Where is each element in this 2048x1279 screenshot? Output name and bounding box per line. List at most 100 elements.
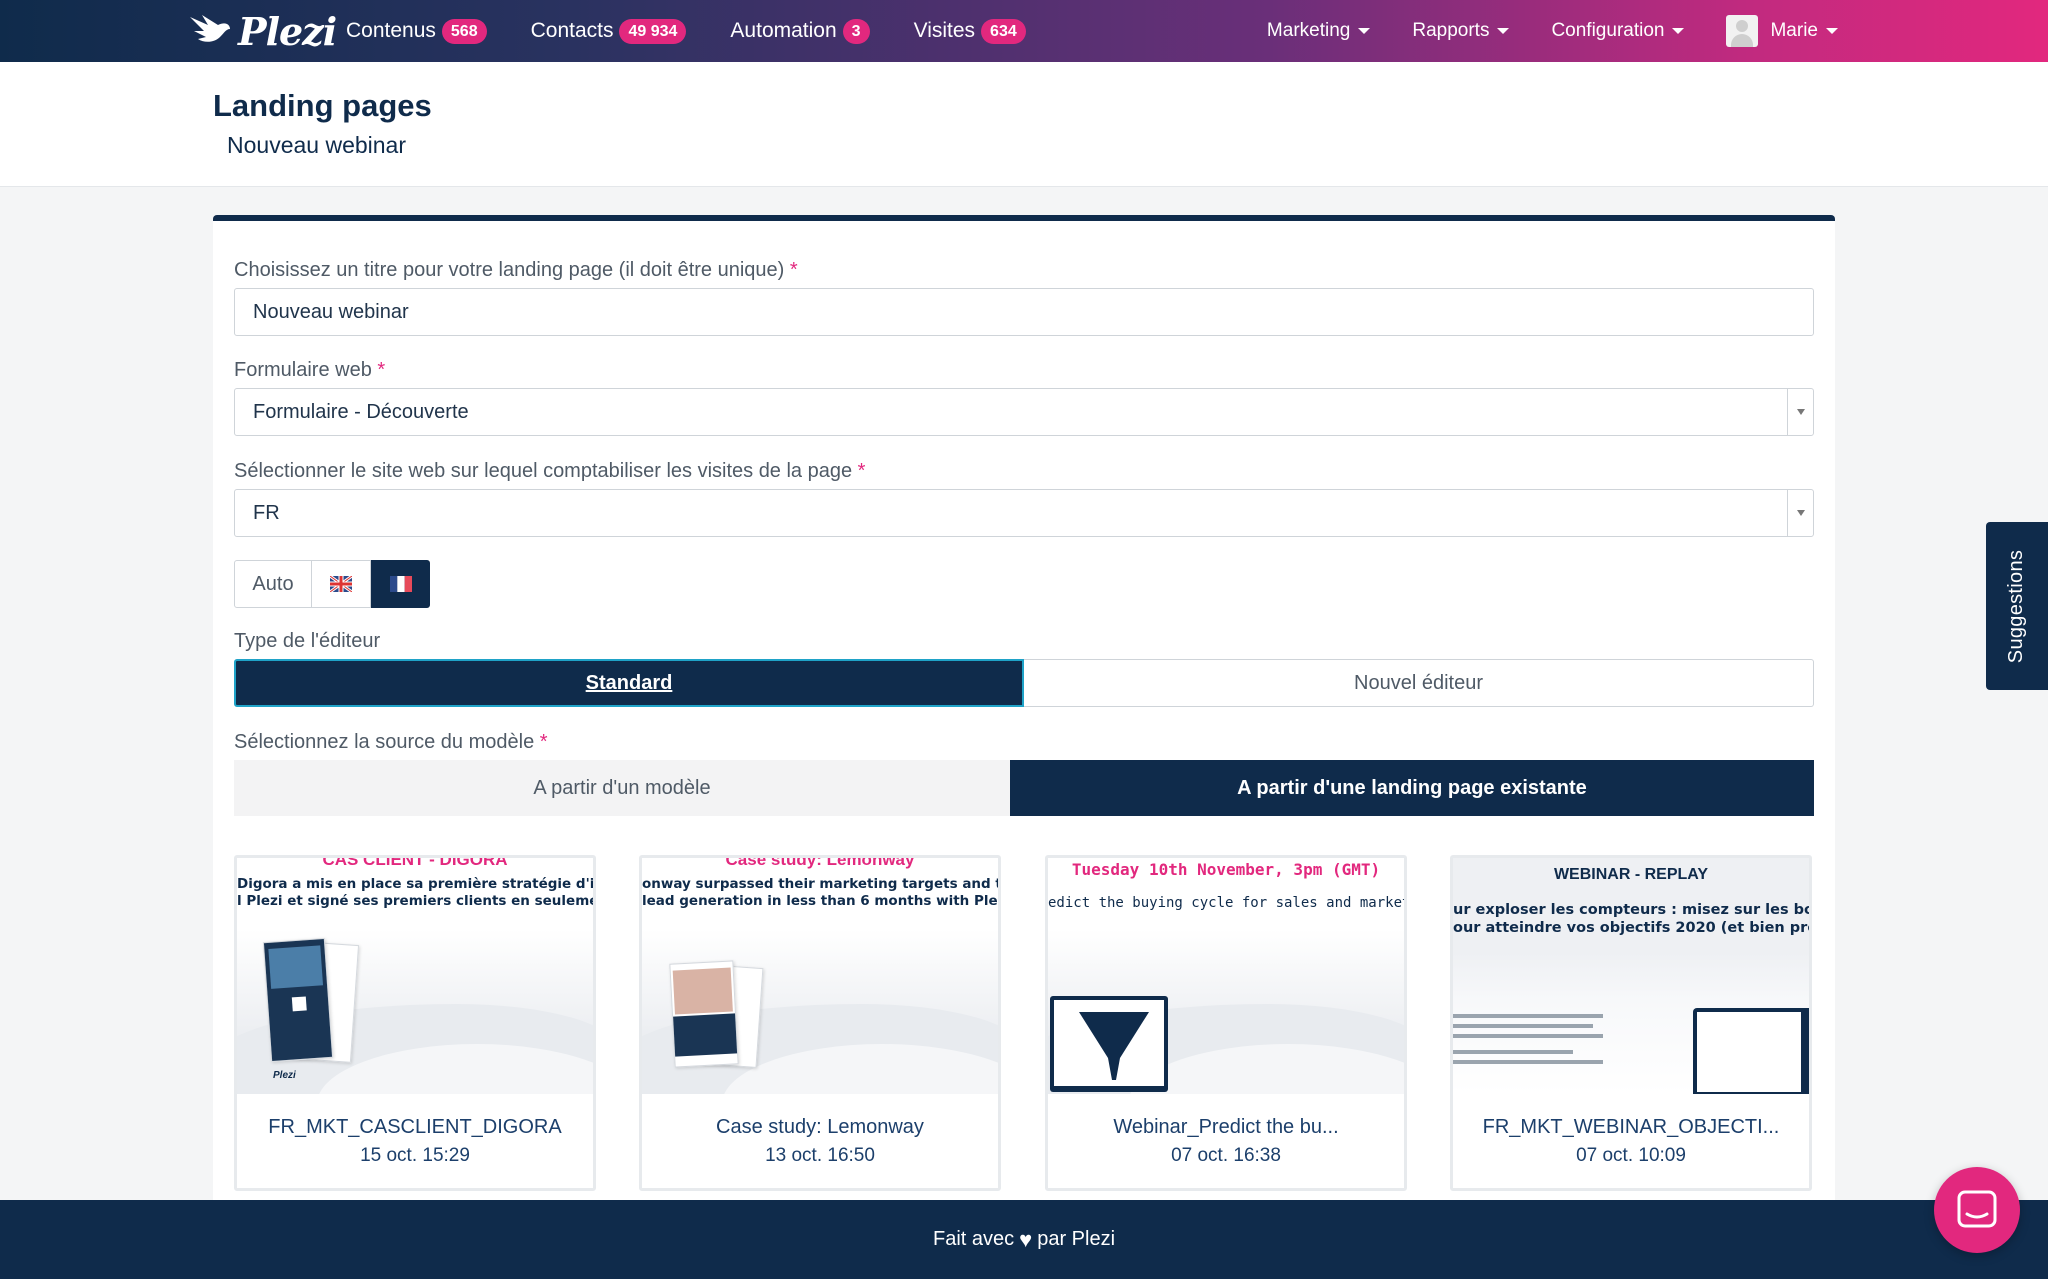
caret-down-icon [1358, 28, 1371, 34]
site-select[interactable]: FR [234, 489, 1814, 537]
thumb-heading: CAS CLIENT - DIGORA [322, 858, 508, 869]
thumb-text: onway surpassed their marketing targets … [642, 876, 998, 892]
avatar [1726, 15, 1759, 47]
language-toggle: Auto [234, 560, 430, 608]
brand-name: Plezi [238, 8, 337, 54]
button-label: Standard [585, 671, 673, 694]
footer-text: par Plezi [1037, 1228, 1116, 1250]
chat-icon [1957, 1190, 1997, 1228]
nav-label: Contenus [346, 19, 436, 42]
primary-nav: Contenus 568 Contacts 49 934 Automation … [346, 0, 1070, 62]
chat-launcher-button[interactable] [1934, 1167, 2020, 1253]
top-navbar: Plezi Contenus 568 Contacts 49 934 Autom… [0, 0, 2048, 62]
plezi-logo[interactable]: Plezi [188, 8, 337, 54]
suggestions-label: Suggestions [2005, 549, 2028, 663]
thumb-text: our atteindre vos objectifs 2020 (et bie… [1453, 920, 1809, 936]
suggestions-tab[interactable]: Suggestions [1986, 522, 2048, 690]
label-text: Formulaire web [234, 359, 372, 381]
menu-label: Marketing [1266, 20, 1351, 41]
required-mark: * [539, 731, 548, 753]
card-date: 07 oct. 10:09 [1576, 1145, 1686, 1166]
thumb-text: ur exploser les compteurs : misez sur le… [1453, 902, 1809, 918]
button-label: A partir d'une landing page existante [1237, 776, 1587, 799]
nav-contenus[interactable]: Contenus 568 [346, 18, 487, 44]
caret-down-icon [1826, 28, 1838, 34]
required-mark: * [377, 359, 386, 381]
nav-label: Visites [913, 19, 976, 42]
source-field-label: Sélectionnez la source du modèle * [234, 731, 548, 754]
select-value: FR [253, 501, 280, 524]
thumb-heading: Tuesday 10th November, 3pm (GMT) [1071, 860, 1381, 879]
configuration-menu[interactable]: Configuration [1551, 20, 1685, 42]
editor-type-label: Type de l'éditeur [234, 630, 381, 652]
lang-fr-button[interactable] [371, 560, 430, 608]
heart-icon: ♥ [1019, 1226, 1033, 1252]
required-mark: * [857, 460, 866, 482]
landing-page-card[interactable]: CAS CLIENT - DIGORA Digora a mis en plac… [234, 855, 596, 1191]
uk-flag-icon [330, 576, 352, 592]
lang-en-button[interactable] [312, 560, 371, 608]
thumb-heading: WEBINAR - REPLAY [1553, 866, 1709, 883]
label-text: Choisissez un titre pour votre landing p… [234, 259, 785, 281]
button-label: A partir d'un modèle [533, 776, 711, 799]
landing-page-card[interactable]: WEBINAR - REPLAY ur exploser les compteu… [1450, 855, 1812, 1191]
source-template-button[interactable]: A partir d'un modèle [234, 760, 1010, 816]
bird-logo-icon [190, 15, 230, 42]
nav-label: Contacts [530, 19, 614, 42]
lang-auto-button[interactable]: Auto [234, 560, 312, 608]
page-title: Landing pages [213, 88, 432, 123]
thumb-text: edict the buying cycle for sales and mar… [1048, 895, 1404, 911]
form-select[interactable]: Formulaire - Découverte [234, 388, 1814, 436]
source-existing-button[interactable]: A partir d'une landing page existante [1010, 760, 1814, 816]
select-value: Formulaire - Découverte [253, 400, 469, 423]
label-text: Sélectionner le site web sur lequel comp… [234, 460, 853, 482]
thumb-heading: Case study: Lemonway [725, 858, 915, 869]
editor-type-toggle: Standard Nouvel éditeur [234, 659, 1814, 707]
caret-down-icon [1497, 28, 1510, 34]
form-field-label: Formulaire web * [234, 359, 385, 382]
card-thumbnail: CAS CLIENT - DIGORA Digora a mis en plac… [237, 858, 593, 1094]
user-menu[interactable]: Marie [1726, 15, 1838, 47]
dropdown-arrow-icon[interactable] [1787, 490, 1813, 536]
count-badge: 49 934 [619, 18, 687, 44]
card-title: Case study: Lemonway [716, 1116, 924, 1138]
nav-automation[interactable]: Automation 3 [730, 18, 870, 44]
footer: Fait avec ♥ par Plezi [0, 1200, 2048, 1279]
site-field-label: Sélectionner le site web sur lequel comp… [234, 460, 865, 483]
card-date: 15 oct. 15:29 [360, 1145, 470, 1166]
fr-flag-icon [389, 576, 412, 592]
rapports-menu[interactable]: Rapports [1412, 20, 1510, 42]
nav-contacts[interactable]: Contacts 49 934 [530, 18, 687, 44]
thumb-text: Digora a mis en place sa première straté… [237, 876, 593, 892]
nav-visites[interactable]: Visites 634 [913, 18, 1026, 44]
marketing-menu[interactable]: Marketing [1266, 20, 1371, 42]
landing-page-card[interactable]: Tuesday 10th November, 3pm (GMT) edict t… [1045, 855, 1407, 1191]
menu-label: Rapports [1412, 20, 1490, 41]
card-thumbnail: Tuesday 10th November, 3pm (GMT) edict t… [1048, 858, 1404, 1094]
card-thumbnail: WEBINAR - REPLAY ur exploser les compteu… [1453, 858, 1809, 1094]
landing-page-form: Choisissez un titre pour votre landing p… [213, 215, 1835, 1215]
title-field-label: Choisissez un titre pour votre landing p… [234, 259, 798, 282]
page-subtitle: Nouveau webinar [227, 132, 407, 158]
caret-down-icon [1672, 28, 1685, 34]
card-date: 13 oct. 16:50 [765, 1145, 875, 1166]
button-label: Auto [252, 572, 294, 595]
editor-new-button[interactable]: Nouvel éditeur [1024, 659, 1814, 707]
card-date: 07 oct. 16:38 [1171, 1145, 1281, 1166]
label-text: Sélectionnez la source du modèle [234, 731, 535, 753]
source-toggle: A partir d'un modèle A partir d'une land… [234, 760, 1814, 816]
footer-text: Fait avec [932, 1228, 1015, 1250]
dropdown-arrow-icon[interactable] [1787, 389, 1813, 435]
card-title: FR_MKT_CASCLIENT_DIGORA [268, 1116, 562, 1138]
count-badge: 3 [842, 18, 870, 44]
title-input[interactable]: Nouveau webinar [234, 288, 1814, 336]
card-title: FR_MKT_WEBINAR_OBJECTI... [1482, 1116, 1780, 1138]
card-thumbnail: Case study: Lemonway onway surpassed the… [642, 858, 998, 1094]
user-name: Marie [1770, 20, 1818, 41]
count-badge: 568 [441, 18, 487, 44]
thumb-text: l Plezi et signé ses premiers clients en… [237, 893, 593, 909]
input-value: Nouveau webinar [253, 300, 409, 323]
thumb-text: lead generation in less than 6 months wi… [642, 893, 998, 909]
editor-standard-button[interactable]: Standard [234, 659, 1024, 707]
landing-page-card[interactable]: Case study: Lemonway onway surpassed the… [639, 855, 1001, 1191]
